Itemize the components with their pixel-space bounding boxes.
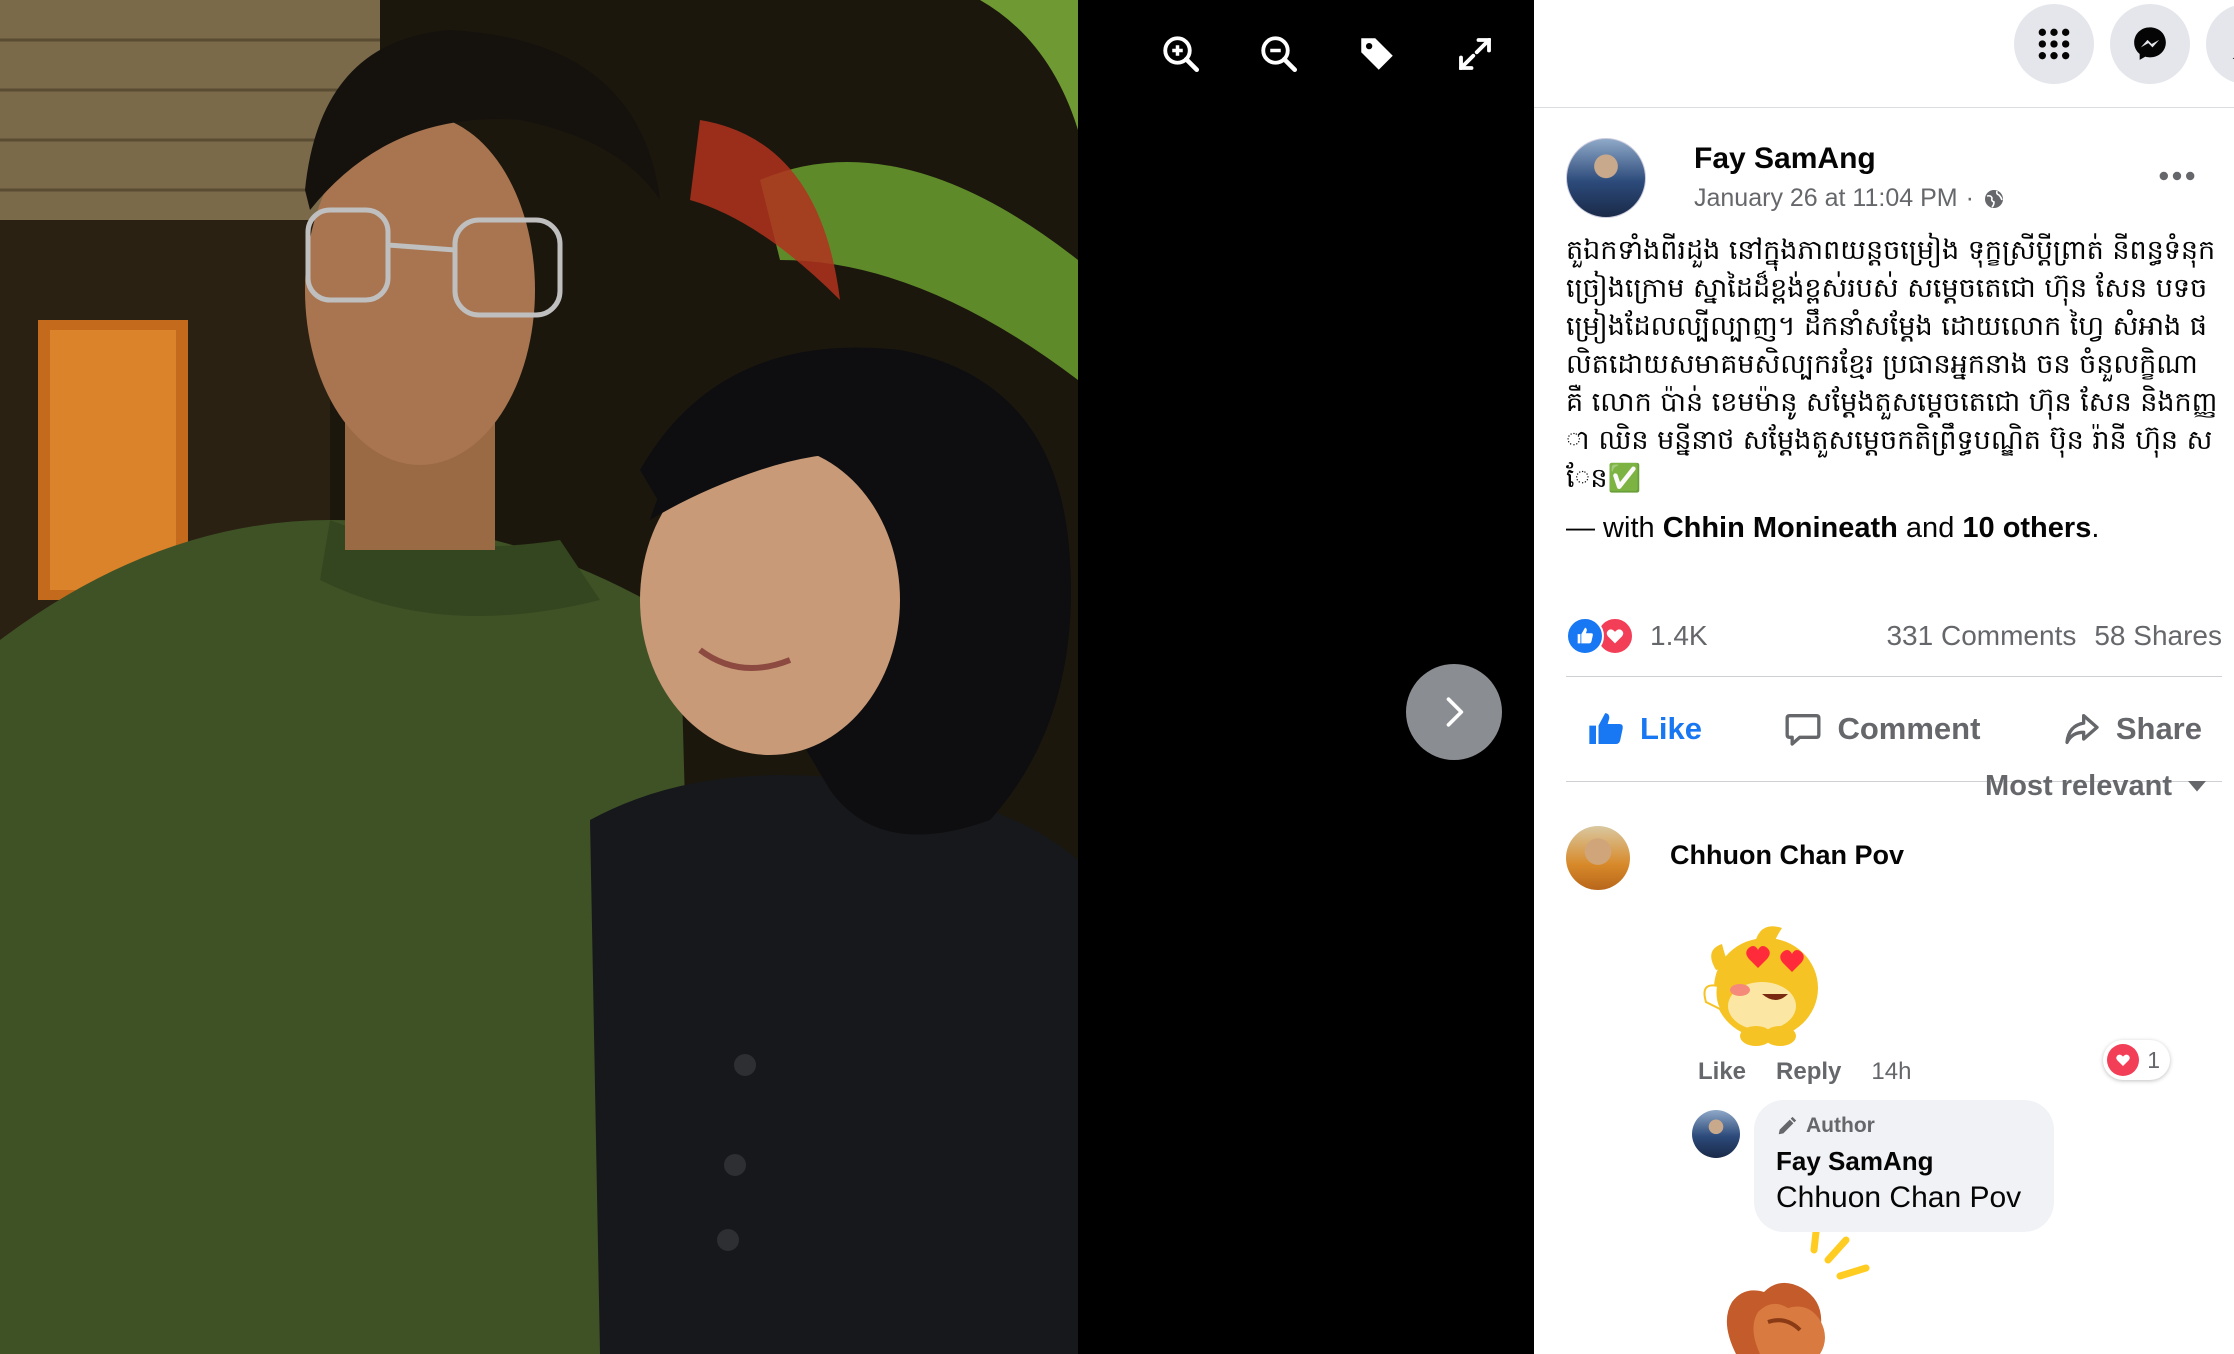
thumbs-up-icon xyxy=(1589,713,1623,744)
viewer-toolbar xyxy=(1158,28,1498,80)
with-suffix: . xyxy=(2091,512,2100,544)
tagged-others-link[interactable]: 10 others xyxy=(1962,512,2091,544)
fullscreen-icon[interactable] xyxy=(1452,28,1498,80)
next-photo-button[interactable] xyxy=(1406,664,1502,760)
photo-viewer xyxy=(0,0,1534,1354)
post-meta: January 26 at 11:04 PM · xyxy=(1694,184,2006,213)
author-name[interactable]: Fay SamAng xyxy=(1694,142,1876,176)
commenter-avatar[interactable] xyxy=(1566,826,1630,890)
chevron-right-icon xyxy=(1446,697,1464,727)
zoom-in-icon[interactable] xyxy=(1158,28,1204,80)
comment-actions: Like Reply 14h xyxy=(1698,1058,1911,1086)
top-bar xyxy=(1534,0,2234,108)
comments-count[interactable]: 331 Comments xyxy=(1886,620,2076,652)
comment-label: Comment xyxy=(1837,711,1981,746)
author-avatar[interactable] xyxy=(1566,138,1646,218)
account-button[interactable] xyxy=(2206,4,2234,84)
messenger-icon xyxy=(2134,27,2166,60)
sort-label: Most relevant xyxy=(1985,770,2172,802)
more-dots-icon xyxy=(2159,171,2195,181)
post-text: តួឯកទាំងពីរដួង នៅក្នុងភាពយន្តចម្រៀង ទុក្… xyxy=(1566,235,2218,494)
comment-reactions[interactable]: 1 xyxy=(2103,1040,2170,1080)
globe-icon[interactable] xyxy=(1982,187,2006,211)
pencil-icon xyxy=(1778,1116,1797,1135)
engagement-counts: 331 Comments 58 Shares xyxy=(1886,620,2222,652)
share-icon xyxy=(2065,714,2099,744)
post-photo[interactable] xyxy=(0,0,1078,1354)
comment-icon xyxy=(1785,714,1821,746)
reply-bubble: Author Fay SamAng Chhuon Chan Pov xyxy=(1754,1100,2054,1232)
comment-like-link[interactable]: Like xyxy=(1698,1058,1746,1086)
clapping-hands-sticker xyxy=(1726,1232,1870,1354)
post-stats: 1.4K 331 Comments 58 Shares xyxy=(1566,612,2222,660)
photo-illustration xyxy=(0,0,1078,1354)
comment-reaction-count: 1 xyxy=(2147,1046,2160,1073)
zoom-out-icon[interactable] xyxy=(1256,28,1302,80)
grid-menu-icon xyxy=(2038,28,2070,60)
caret-down-icon xyxy=(2188,780,2206,791)
post-panel: Fay SamAng January 26 at 11:04 PM · តួឯក… xyxy=(1534,0,2234,1354)
post-actions: Like Comment Share xyxy=(1566,676,2222,782)
author-badge-label: Author xyxy=(1806,1114,1875,1137)
commenter-name[interactable]: Chhuon Chan Pov xyxy=(1670,840,1904,871)
comment-sort-dropdown[interactable]: Most relevant xyxy=(1985,770,2206,803)
like-reaction-icon xyxy=(1566,617,1604,655)
with-and: and xyxy=(1897,512,1963,544)
reply-avatar[interactable] xyxy=(1692,1110,1740,1158)
post-header: Fay SamAng January 26 at 11:04 PM · xyxy=(1566,138,2210,222)
menu-button[interactable] xyxy=(2014,4,2094,84)
like-button[interactable]: Like xyxy=(1586,709,1702,749)
heart-eyes-sticker xyxy=(1703,926,1818,1046)
account-icon xyxy=(2232,57,2234,59)
reply-tagged-name[interactable]: Chhuon Chan Pov xyxy=(1776,1181,2032,1215)
comment-time[interactable]: 14h xyxy=(1871,1058,1911,1086)
post-options-button[interactable] xyxy=(2152,158,2202,194)
love-reaction-icon xyxy=(2107,1044,2140,1076)
like-label: Like xyxy=(1640,711,1703,746)
comment-button[interactable]: Comment xyxy=(1783,709,1980,749)
meta-separator: · xyxy=(1965,184,1974,212)
with-prefix: — with xyxy=(1566,512,1663,544)
reply-author-name[interactable]: Fay SamAng xyxy=(1776,1146,2032,1177)
author-badge: Author xyxy=(1776,1114,2032,1138)
post-date[interactable]: January 26 at 11:04 PM xyxy=(1694,184,1958,213)
tagged-people: — with Chhin Monineath and 10 others. xyxy=(1566,512,2099,545)
share-label: Share xyxy=(2115,711,2202,746)
shares-count[interactable]: 58 Shares xyxy=(2094,620,2222,652)
reactions-summary[interactable]: 1.4K xyxy=(1566,617,1708,655)
messenger-button[interactable] xyxy=(2110,4,2190,84)
reactions-count[interactable]: 1.4K xyxy=(1650,620,1708,652)
comment-reply-link[interactable]: Reply xyxy=(1776,1058,1841,1086)
share-button[interactable]: Share xyxy=(2062,709,2202,749)
tag-icon[interactable] xyxy=(1354,28,1400,80)
tagged-person-link[interactable]: Chhin Monineath xyxy=(1663,512,1898,544)
